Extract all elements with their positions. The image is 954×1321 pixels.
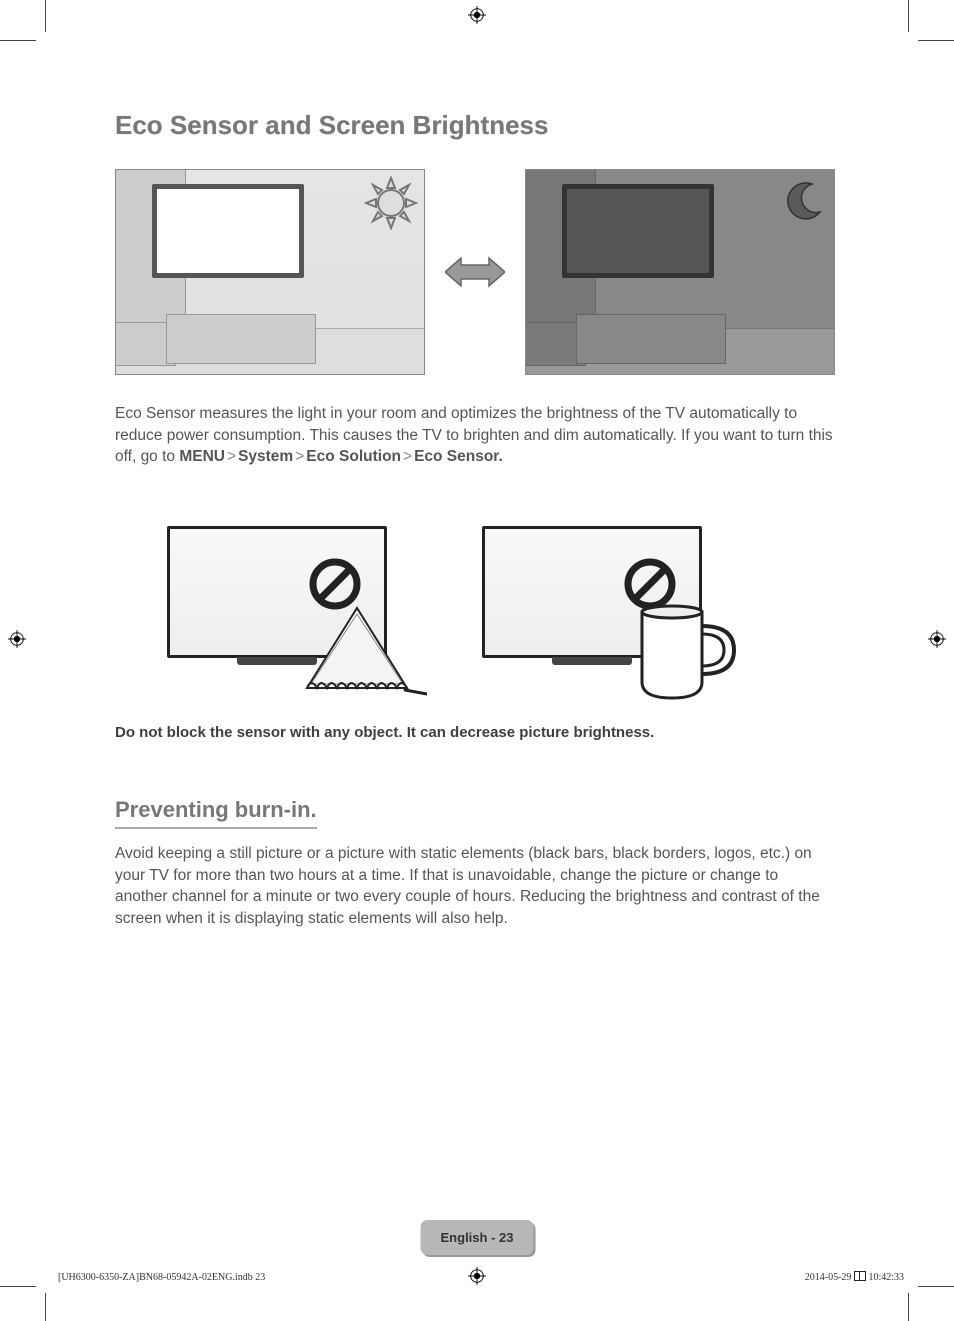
notebook-icon: [287, 602, 427, 702]
burn-in-paragraph: Avoid keeping a still picture or a pictu…: [115, 843, 835, 930]
registration-mark-icon: [468, 6, 486, 24]
footer-date: 2014-05-29: [805, 1272, 854, 1283]
footer-filename: [UH6300-6350-ZA]BN68-05942A-02ENG.indb 2…: [58, 1272, 265, 1283]
indesign-icon: [854, 1271, 866, 1281]
block-sensor-note: Do not block the sensor with any object.…: [115, 724, 835, 741]
crop-mark: [908, 1293, 909, 1321]
sun-icon: [364, 176, 418, 230]
illustration-row: [115, 169, 835, 375]
menu-step: MENU: [179, 448, 225, 465]
tv-mug-illustration: [482, 516, 742, 696]
menu-step: Eco Sensor: [414, 448, 498, 465]
crop-mark: [0, 40, 36, 41]
menu-path: MENU>System>Eco Solution>Eco Sensor.: [179, 448, 502, 465]
footer-time: 10:42:33: [868, 1272, 904, 1283]
room-night-illustration: [525, 169, 835, 375]
eco-sensor-paragraph: Eco Sensor measures the light in your ro…: [115, 403, 835, 468]
crop-mark: [908, 0, 909, 32]
room-day-illustration: [115, 169, 425, 375]
moon-icon: [780, 176, 828, 224]
registration-mark-icon: [8, 630, 26, 648]
menu-step: System: [238, 448, 293, 465]
crop-mark: [45, 0, 46, 32]
crop-mark: [918, 1286, 954, 1287]
burn-in-subtitle: Preventing burn-in.: [115, 797, 317, 829]
mug-icon: [632, 602, 742, 706]
double-arrow-icon: [445, 256, 505, 288]
footer-timestamp: 2014-05-29 10:42:33: [805, 1271, 904, 1283]
page-title: Eco Sensor and Screen Brightness: [115, 110, 835, 141]
registration-mark-icon: [468, 1267, 486, 1285]
menu-step: Eco Solution: [306, 448, 401, 465]
tv-notebook-illustration: [167, 516, 427, 696]
crop-mark: [0, 1286, 36, 1287]
registration-mark-icon: [928, 630, 946, 648]
crop-mark: [45, 1293, 46, 1321]
dont-block-illustration-row: [167, 516, 835, 696]
crop-mark: [918, 40, 954, 41]
page-number-badge: English - 23: [421, 1220, 534, 1255]
